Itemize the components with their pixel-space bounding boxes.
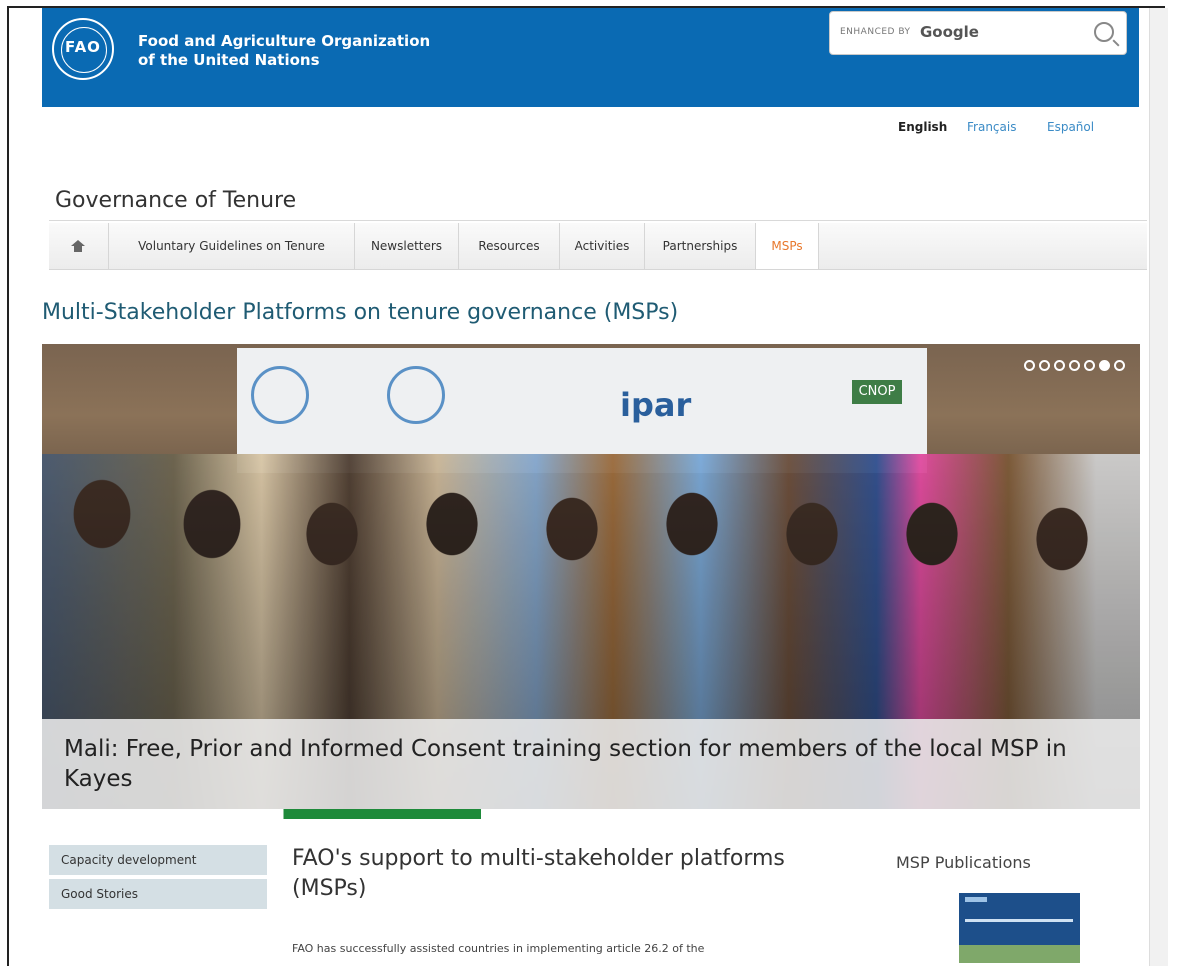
org-name[interactable]: Food and Agriculture Organization of the… (138, 32, 430, 70)
slider-dot[interactable] (1024, 360, 1035, 371)
banner-logo-left (251, 366, 309, 424)
banner-logo-fao (387, 366, 445, 424)
scrollbar[interactable] (1149, 8, 1168, 966)
hero-bottom-strip (42, 809, 1140, 819)
fao-logo[interactable]: FAO (52, 18, 114, 80)
side-item-capacity-development[interactable]: Capacity development (49, 845, 267, 875)
search-brand: Google (920, 23, 979, 41)
page-title: Multi-Stakeholder Platforms on tenure go… (42, 300, 679, 325)
cover-title-line (965, 919, 1073, 922)
lang-spanish[interactable]: Español (1047, 120, 1094, 134)
section-intro: FAO has successfully assisted countries … (292, 942, 705, 955)
main-nav: Voluntary Guidelines on Tenure Newslette… (49, 223, 1147, 270)
slider-dot-active[interactable] (1099, 360, 1110, 371)
site-header: FAO Food and Agriculture Organization of… (42, 8, 1139, 107)
nav-resources[interactable]: Resources (459, 223, 560, 269)
lang-english[interactable]: English (898, 120, 947, 134)
side-item-good-stories[interactable]: Good Stories (49, 879, 267, 909)
hero-caption-box: Mali: Free, Prior and Informed Consent t… (42, 719, 1140, 809)
slider-dot[interactable] (1054, 360, 1065, 371)
search-enhanced-by: ENHANCED BY (840, 27, 911, 37)
cover-photo-band (959, 945, 1080, 963)
browser-frame: FAO Food and Agriculture Organization of… (7, 6, 1168, 966)
org-name-line1: Food and Agriculture Organization (138, 32, 431, 50)
nav-home[interactable] (49, 223, 109, 269)
slider-dot[interactable] (1069, 360, 1080, 371)
slider-dot[interactable] (1039, 360, 1050, 371)
nav-voluntary-guidelines[interactable]: Voluntary Guidelines on Tenure (109, 223, 355, 269)
org-name-line2: of the United Nations (138, 51, 320, 69)
title-divider (49, 220, 1147, 221)
nav-activities[interactable]: Activities (560, 223, 645, 269)
search-icon[interactable] (1094, 22, 1114, 42)
hero-caption[interactable]: Mali: Free, Prior and Informed Consent t… (64, 734, 1114, 794)
slider-dot[interactable] (1084, 360, 1095, 371)
slider-dot[interactable] (1114, 360, 1125, 371)
hero-slider[interactable]: ipar CNOP Mali: Free, Prior and Informed… (42, 344, 1140, 819)
site-title[interactable]: Governance of Tenure (55, 188, 296, 213)
side-menu: Capacity development Good Stories (49, 845, 267, 913)
publication-cover[interactable] (959, 893, 1080, 963)
cover-logo (965, 897, 987, 902)
banner-logo-cnop: CNOP (852, 380, 902, 404)
lang-french[interactable]: Français (967, 120, 1016, 134)
nav-msps[interactable]: MSPs (756, 223, 819, 269)
fao-logo-text: FAO (65, 38, 101, 56)
search-input[interactable]: ENHANCED BY Google (829, 11, 1127, 55)
section-title: FAO's support to multi-stakeholder platf… (292, 846, 785, 901)
publications-title: MSP Publications (896, 853, 1031, 872)
nav-partnerships[interactable]: Partnerships (645, 223, 756, 269)
banner-logo-ipar: ipar (620, 386, 692, 424)
nav-newsletters[interactable]: Newsletters (355, 223, 459, 269)
slider-dots (1020, 356, 1125, 375)
home-icon (71, 240, 85, 252)
